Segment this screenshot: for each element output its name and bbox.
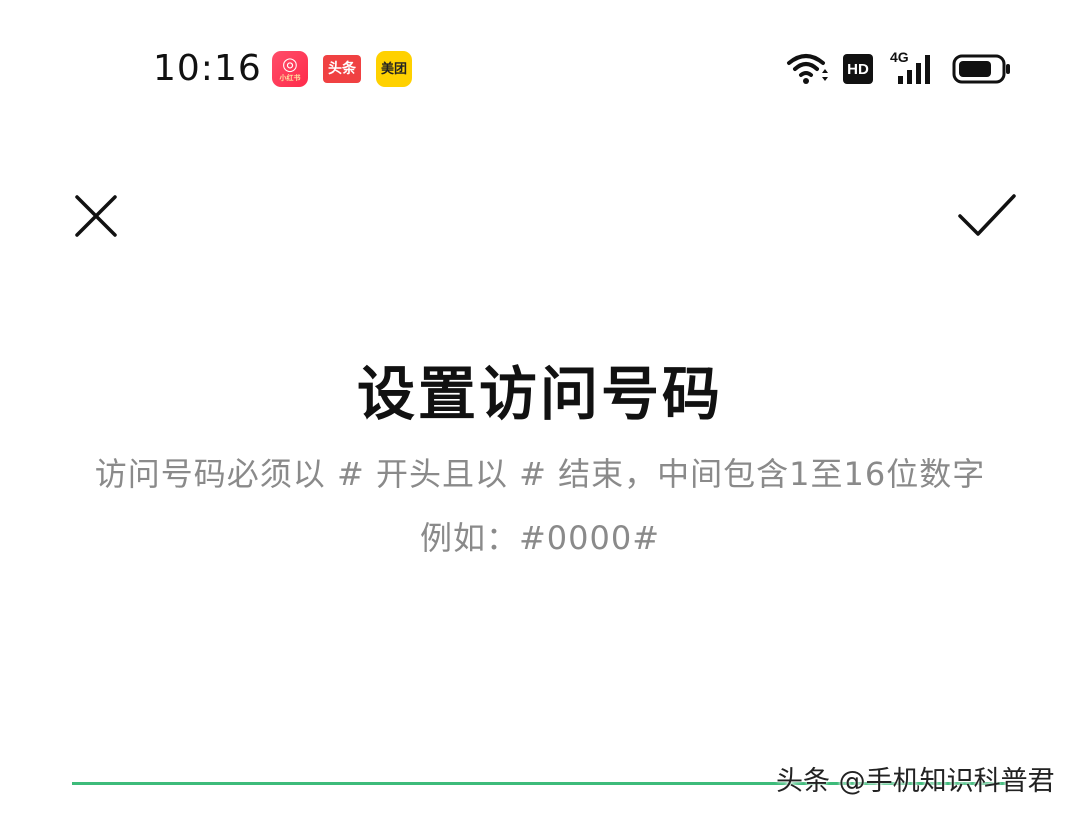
hint-text-rule: 访问号码必须以 # 开头且以 # 结束，中间包含1至16位数字 — [94, 455, 986, 493]
wifi-icon — [787, 54, 828, 84]
xiaohongshu-icon: ◎ 小红书 — [272, 51, 308, 87]
meituan-icon: 美团 — [376, 51, 412, 87]
status-time: 10:16 — [153, 48, 262, 89]
toutiao-label: 头条 — [328, 61, 356, 77]
page-title: 设置访问号码 — [356, 360, 723, 428]
status-bar: 10:16 ◎ 小红书 头条 美团 HD 4G — [0, 0, 1080, 140]
battery-icon — [952, 54, 1010, 84]
xiaohongshu-glyph: ◎ — [282, 54, 298, 75]
meituan-label: 美团 — [380, 61, 407, 77]
check-icon — [958, 194, 1016, 236]
confirm-button[interactable] — [956, 188, 1016, 244]
hd-icon: HD — [843, 54, 873, 84]
xiaohongshu-label: 小红书 — [279, 74, 301, 82]
hd-label: HD — [847, 60, 869, 78]
close-icon — [75, 195, 117, 237]
close-button[interactable] — [68, 188, 124, 244]
cellular-signal-icon: 4G — [890, 50, 938, 86]
toutiao-icon: 头条 — [323, 55, 361, 83]
watermark: 头条 @手机知识科普君 — [776, 766, 1055, 797]
hint-text-example: 例如：#0000# — [419, 519, 661, 557]
